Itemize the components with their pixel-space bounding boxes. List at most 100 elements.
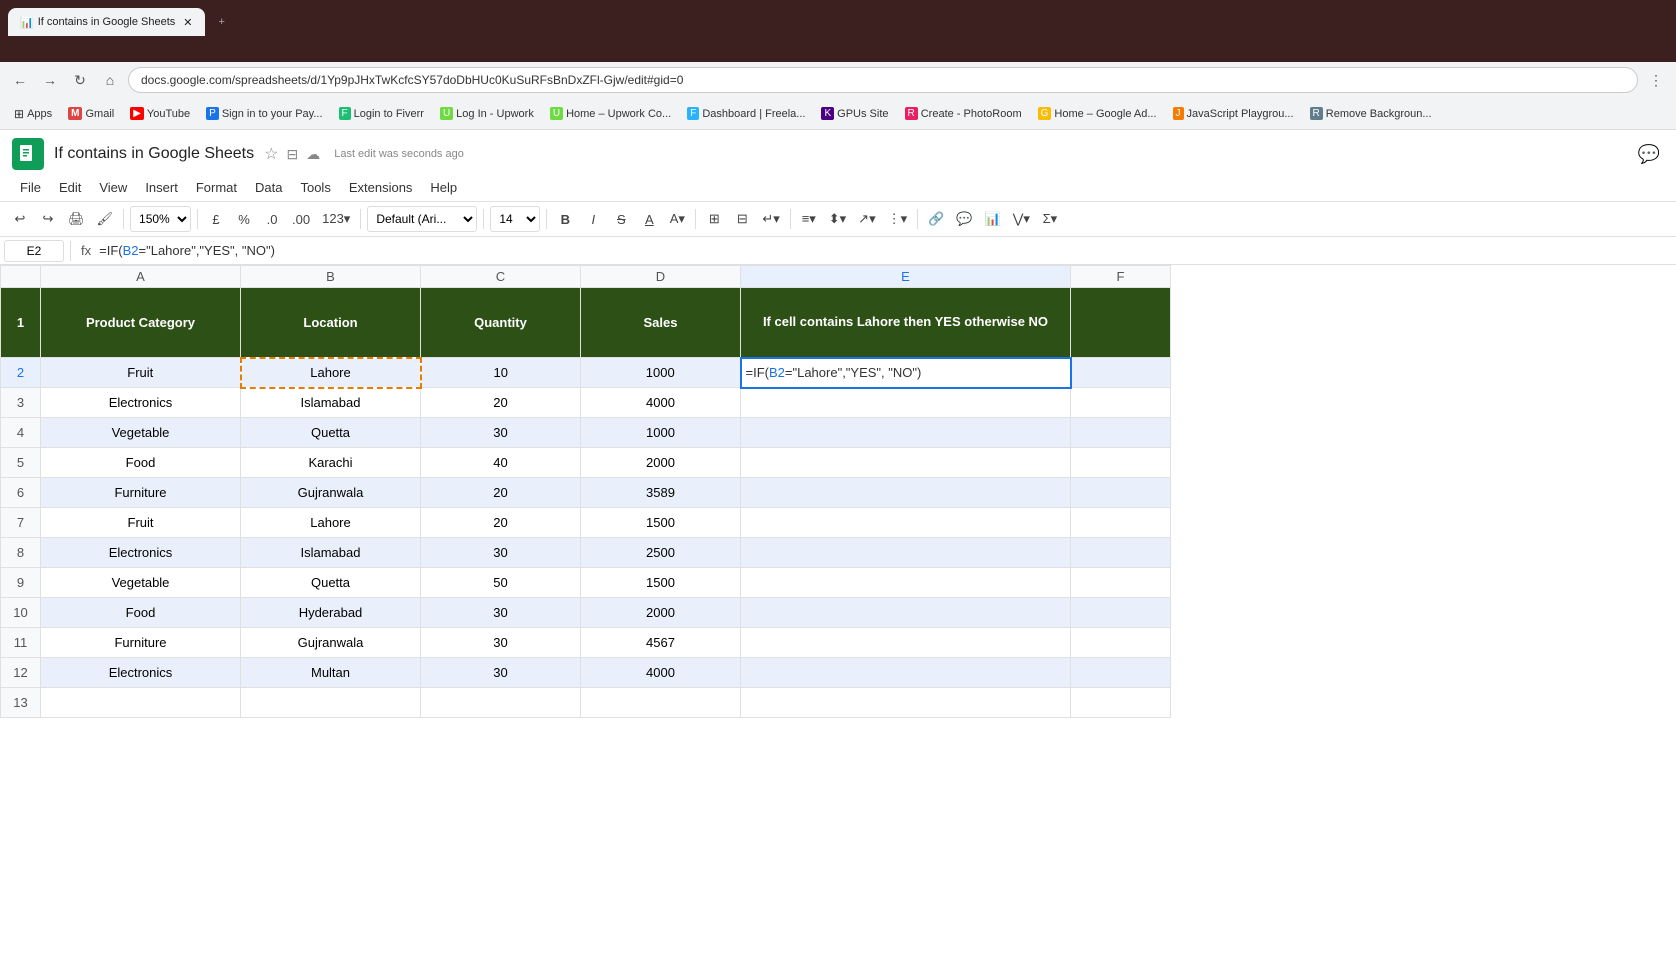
cell-d12[interactable]: 4000: [581, 658, 741, 688]
cell-f10[interactable]: [1071, 598, 1171, 628]
filter-button[interactable]: ⋁▾: [1009, 206, 1034, 232]
cell-b7[interactable]: Lahore: [241, 508, 421, 538]
cell-f8[interactable]: [1071, 538, 1171, 568]
menu-file[interactable]: File: [12, 176, 49, 199]
cell-d3[interactable]: 4000: [581, 388, 741, 418]
bookmark-googleads[interactable]: G Home – Google Ad...: [1032, 105, 1163, 122]
cell-b9[interactable]: Quetta: [241, 568, 421, 598]
bookmark-jsplayground[interactable]: J JavaScript Playgrou...: [1167, 105, 1300, 122]
bookmark-upwork2[interactable]: U Home – Upwork Co...: [544, 105, 677, 122]
cell-f3[interactable]: [1071, 388, 1171, 418]
address-bar[interactable]: docs.google.com/spreadsheets/d/1Yp9pJHxT…: [128, 67, 1638, 93]
col-e-header[interactable]: E: [741, 266, 1071, 288]
cell-c9[interactable]: 50: [421, 568, 581, 598]
cell-c4[interactable]: 30: [421, 418, 581, 448]
chat-button[interactable]: 💬: [1634, 141, 1664, 167]
bookmark-gmail[interactable]: M Gmail: [62, 105, 120, 122]
cell-b8[interactable]: Islamabad: [241, 538, 421, 568]
cell-c2[interactable]: 10: [421, 358, 581, 388]
bookmark-apps[interactable]: ⊞ Apps: [8, 105, 58, 123]
bookmark-freelancer[interactable]: F Dashboard | Freela...: [681, 105, 811, 122]
borders-button[interactable]: ⊞: [702, 206, 726, 232]
cell-a4[interactable]: Vegetable: [41, 418, 241, 448]
row-9-header[interactable]: 9: [1, 568, 41, 598]
cell-d11[interactable]: 4567: [581, 628, 741, 658]
row-10-header[interactable]: 10: [1, 598, 41, 628]
cell-e4[interactable]: [741, 418, 1071, 448]
decimal-decrease-button[interactable]: .0: [260, 206, 284, 232]
cell-e9[interactable]: [741, 568, 1071, 598]
percent-button[interactable]: %: [232, 206, 256, 232]
zoom-select[interactable]: 150% 100% 75%: [130, 206, 191, 232]
italic-button[interactable]: I: [581, 206, 605, 232]
underline-button[interactable]: A: [637, 206, 661, 232]
row-6-header[interactable]: 6: [1, 478, 41, 508]
row-13-header[interactable]: 13: [1, 688, 41, 718]
cell-d6[interactable]: 3589: [581, 478, 741, 508]
cell-c6[interactable]: 20: [421, 478, 581, 508]
bookmark-photoroom[interactable]: R Create - PhotoRoom: [899, 105, 1028, 122]
cell-reference-box[interactable]: E2: [4, 240, 64, 262]
cell-a2[interactable]: Fruit: [41, 358, 241, 388]
cell-d5[interactable]: 2000: [581, 448, 741, 478]
bookmark-upwork1[interactable]: U Log In - Upwork: [434, 105, 540, 122]
col-d-header[interactable]: D: [581, 266, 741, 288]
forward-button[interactable]: →: [38, 68, 62, 92]
wrap-button[interactable]: ↵▾: [758, 206, 783, 232]
cell-a8[interactable]: Electronics: [41, 538, 241, 568]
cell-b11[interactable]: Gujranwala: [241, 628, 421, 658]
cell-a13[interactable]: [41, 688, 241, 718]
menu-help[interactable]: Help: [422, 176, 465, 199]
cell-a3[interactable]: Electronics: [41, 388, 241, 418]
cell-a9[interactable]: Vegetable: [41, 568, 241, 598]
undo-button[interactable]: ↩: [8, 206, 32, 232]
halign-button[interactable]: ≡▾: [797, 206, 821, 232]
function-button[interactable]: Σ▾: [1038, 206, 1062, 232]
cell-b5[interactable]: Karachi: [241, 448, 421, 478]
cell-f7[interactable]: [1071, 508, 1171, 538]
doc-title[interactable]: If contains in Google Sheets: [54, 145, 254, 163]
menu-data[interactable]: Data: [247, 176, 290, 199]
bookmark-icon[interactable]: ⊟: [286, 146, 298, 163]
star-icon[interactable]: ☆: [264, 144, 278, 164]
cell-b4[interactable]: Quetta: [241, 418, 421, 448]
cell-e5[interactable]: [741, 448, 1071, 478]
cell-a1[interactable]: Product Category: [41, 288, 241, 358]
menu-extensions[interactable]: Extensions: [341, 176, 421, 199]
cell-d10[interactable]: 2000: [581, 598, 741, 628]
active-tab[interactable]: 📊 If contains in Google Sheets ✕: [8, 8, 205, 36]
col-f-header[interactable]: F: [1071, 266, 1171, 288]
chart-button[interactable]: 📊: [981, 206, 1005, 232]
reload-button[interactable]: ↻: [68, 68, 92, 92]
new-tab-button[interactable]: +: [207, 8, 237, 36]
font-select[interactable]: Default (Ari...: [367, 206, 477, 232]
cell-b2[interactable]: Lahore: [241, 358, 421, 388]
row-1-header[interactable]: 1: [1, 288, 41, 358]
bold-button[interactable]: B: [553, 206, 577, 232]
cell-f2[interactable]: [1071, 358, 1171, 388]
redo-button[interactable]: ↪: [36, 206, 60, 232]
paint-format-button[interactable]: 🖌: [93, 206, 118, 232]
cell-c13[interactable]: [421, 688, 581, 718]
menu-format[interactable]: Format: [188, 176, 245, 199]
cell-c1[interactable]: Quantity: [421, 288, 581, 358]
col-c-header[interactable]: C: [421, 266, 581, 288]
menu-tools[interactable]: Tools: [292, 176, 338, 199]
cell-f9[interactable]: [1071, 568, 1171, 598]
cell-e10[interactable]: [741, 598, 1071, 628]
cell-c8[interactable]: 30: [421, 538, 581, 568]
bookmark-pay[interactable]: P Sign in to your Pay...: [200, 105, 328, 122]
cell-f5[interactable]: [1071, 448, 1171, 478]
close-tab-icon[interactable]: ✕: [183, 16, 192, 29]
row-2-header[interactable]: 2: [1, 358, 41, 388]
cell-a5[interactable]: Food: [41, 448, 241, 478]
cell-c12[interactable]: 30: [421, 658, 581, 688]
cell-e8[interactable]: [741, 538, 1071, 568]
cell-f12[interactable]: [1071, 658, 1171, 688]
row-7-header[interactable]: 7: [1, 508, 41, 538]
menu-edit[interactable]: Edit: [51, 176, 89, 199]
fill-color-button[interactable]: A▾: [665, 206, 689, 232]
row-11-header[interactable]: 11: [1, 628, 41, 658]
cell-e13[interactable]: [741, 688, 1071, 718]
row-5-header[interactable]: 5: [1, 448, 41, 478]
